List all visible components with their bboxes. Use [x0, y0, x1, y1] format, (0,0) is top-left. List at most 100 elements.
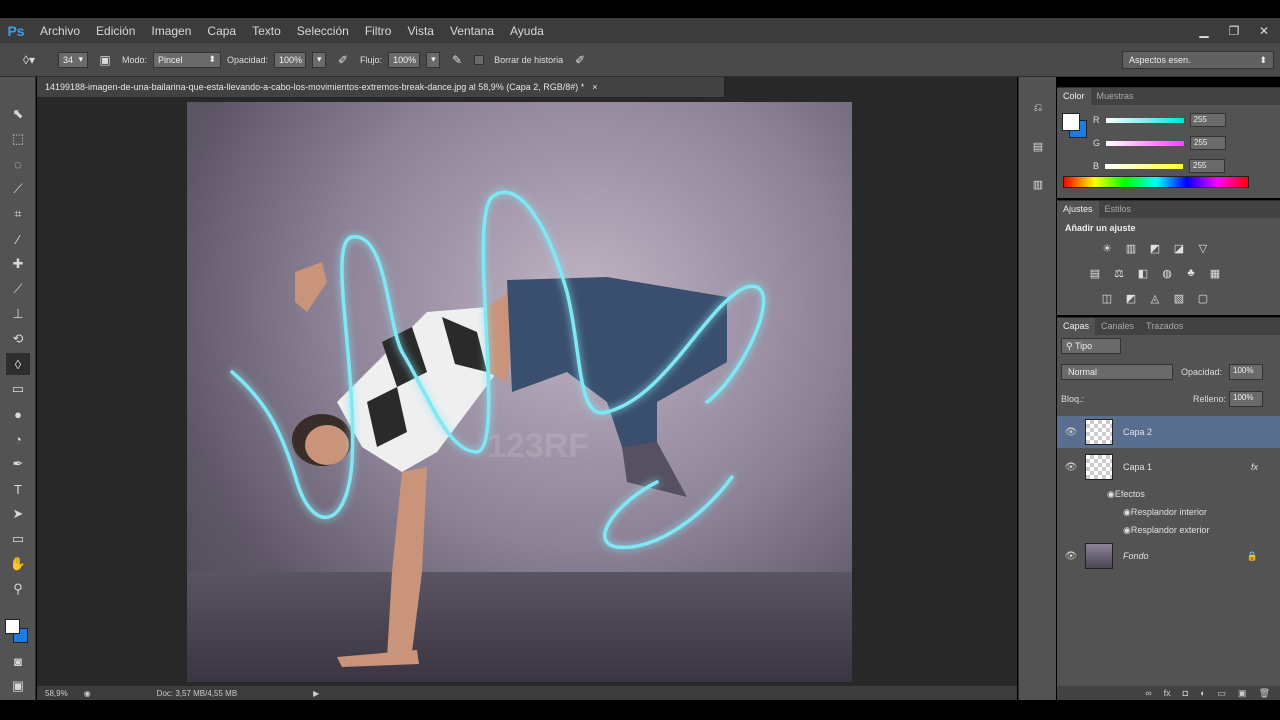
fill-input[interactable]: 100% — [1229, 391, 1263, 407]
properties-panel-icon[interactable]: ▥ — [1028, 175, 1048, 193]
document-tab[interactable]: 14199188-imagen-de-una-bailarina-que-est… — [37, 77, 725, 97]
threshold-adjustment-icon[interactable]: ◬ — [1147, 291, 1163, 305]
color-lookup-adjustment-icon[interactable]: ▦ — [1207, 266, 1223, 280]
tab-estilos[interactable]: Estilos — [1099, 201, 1138, 218]
move-tool-icon[interactable]: ⬉ — [6, 103, 30, 125]
new-layer-icon[interactable]: ▣ — [1238, 688, 1247, 699]
selective-color-adjustment-icon[interactable]: ▧ — [1171, 291, 1187, 305]
channel-g-ramp[interactable] — [1106, 140, 1185, 146]
marquee-tool-icon[interactable]: ⬚ — [6, 128, 30, 150]
history-brush-tool-icon[interactable]: ⟲ — [6, 328, 30, 350]
invert-adjustment-icon[interactable]: ◫ — [1099, 291, 1115, 305]
workspace-select[interactable]: Aspectos esen. ⬍ — [1122, 51, 1274, 69]
visibility-eye-icon[interactable]: 👁 — [1057, 427, 1085, 438]
new-adjustment-icon[interactable]: ◐ — [1200, 688, 1205, 698]
flujo-input[interactable]: 100% — [388, 51, 421, 68]
eyedropper-tool-icon[interactable]: ⁄ — [6, 228, 30, 250]
menu-edicion[interactable]: Edición — [88, 24, 143, 38]
channel-r-value[interactable]: 255 — [1189, 113, 1226, 127]
close-button[interactable]: ✕ — [1256, 24, 1272, 38]
channel-g-value[interactable]: 255 — [1190, 136, 1227, 150]
tab-color[interactable]: Color — [1057, 88, 1091, 105]
tab-ajustes[interactable]: Ajustes — [1057, 201, 1099, 218]
hand-tool-icon[interactable]: ✋ — [6, 553, 30, 575]
tab-muestras[interactable]: Muestras — [1091, 88, 1140, 105]
layer-row-fondo[interactable]: 👁 Fondo 🔒 — [1057, 540, 1280, 572]
rectangle-tool-icon[interactable]: ▭ — [6, 528, 30, 550]
minimize-button[interactable]: ▁ — [1196, 24, 1212, 38]
status-share-icon[interactable]: ◉ — [84, 689, 91, 698]
link-layers-icon[interactable]: ∞ — [1145, 688, 1151, 698]
crop-tool-icon[interactable]: ⌗ — [6, 203, 30, 225]
modo-select[interactable]: Pincel ⬍ — [153, 51, 222, 68]
photo-filter-adjustment-icon[interactable]: ◍ — [1159, 266, 1175, 280]
pen-tool-icon[interactable]: ✒ — [6, 453, 30, 475]
menu-filtro[interactable]: Filtro — [357, 24, 400, 38]
gradient-map-adjustment-icon[interactable]: ▢ — [1195, 291, 1211, 305]
menu-seleccion[interactable]: Selección — [289, 24, 357, 38]
layer-row-capa-1[interactable]: 👁 Capa 1 fx — [1057, 451, 1280, 483]
curves-adjustment-icon[interactable]: ◩ — [1147, 241, 1163, 255]
slider-r[interactable]: R 255 — [1093, 113, 1226, 127]
eraser-tool-icon[interactable]: ◊ — [6, 353, 30, 375]
menu-texto[interactable]: Texto — [244, 24, 289, 38]
effect-row-inner-glow[interactable]: ◉ Resplandor interior — [1057, 504, 1280, 520]
brush-tool-icon[interactable]: ⟋ — [6, 278, 30, 300]
new-group-icon[interactable]: ▭ — [1218, 688, 1227, 699]
brush-panel-icon[interactable]: ▣ — [94, 51, 116, 69]
menu-ventana[interactable]: Ventana — [442, 24, 502, 38]
layer-filter-select[interactable]: ⚲ Tipo — [1061, 338, 1121, 354]
screen-mode-icon[interactable]: ▣ — [6, 675, 30, 697]
channel-r-ramp[interactable] — [1105, 117, 1184, 123]
effect-eye-icon[interactable]: ◉ — [1123, 525, 1131, 536]
effect-row-outer-glow[interactable]: ◉ Resplandor exterior — [1057, 522, 1280, 538]
slider-b[interactable]: B 255 — [1093, 159, 1226, 173]
pressure-opacity-icon[interactable]: ✐ — [332, 51, 354, 69]
menu-ayuda[interactable]: Ayuda — [502, 24, 552, 38]
zoom-level[interactable]: 58,9% — [45, 689, 68, 698]
document-tab-close-icon[interactable]: × — [592, 82, 597, 92]
tab-canales[interactable]: Canales — [1095, 318, 1140, 335]
opacidad-input[interactable]: 100% — [274, 51, 307, 68]
menu-imagen[interactable]: Imagen — [143, 24, 199, 38]
clone-stamp-tool-icon[interactable]: ⊥ — [6, 303, 30, 325]
restore-button[interactable]: ❐ — [1226, 24, 1242, 38]
pressure-size-icon[interactable]: ✐ — [569, 51, 591, 69]
brightness-adjustment-icon[interactable]: ☀ — [1099, 241, 1115, 255]
actions-panel-icon[interactable]: ▤ — [1028, 137, 1048, 155]
menu-vista[interactable]: Vista — [399, 24, 441, 38]
blend-mode-select[interactable]: Normal — [1061, 364, 1173, 380]
airbrush-icon[interactable]: ✎ — [446, 51, 468, 69]
effects-eye-icon[interactable]: ◉ — [1107, 489, 1115, 500]
healing-brush-tool-icon[interactable]: ✚ — [6, 253, 30, 275]
status-menu-arrow-icon[interactable]: ▶ — [313, 689, 319, 698]
visibility-eye-icon[interactable]: 👁 — [1057, 462, 1085, 473]
panel-foreground-swatch[interactable] — [1062, 113, 1080, 131]
layer-fx-icon[interactable]: fx — [1251, 462, 1258, 472]
dodge-tool-icon[interactable]: ◔ — [6, 428, 30, 450]
doc-size[interactable]: Doc: 3,57 MB/4,55 MB — [157, 689, 237, 698]
quick-selection-tool-icon[interactable]: ⟋ — [6, 178, 30, 200]
vibrance-adjustment-icon[interactable]: ▽ — [1195, 241, 1211, 255]
blur-tool-icon[interactable]: ● — [6, 403, 30, 425]
color-spectrum-bar[interactable] — [1063, 176, 1249, 188]
lasso-tool-icon[interactable]: ◌ — [6, 153, 30, 175]
history-panel-icon[interactable]: ⎌ — [1028, 99, 1048, 117]
foreground-color-swatch[interactable] — [5, 619, 20, 634]
tab-trazados[interactable]: Trazados — [1140, 318, 1189, 335]
posterize-adjustment-icon[interactable]: ◩ — [1123, 291, 1139, 305]
quick-mask-icon[interactable]: ◙ — [6, 650, 30, 672]
channel-b-ramp[interactable] — [1105, 163, 1184, 169]
fx-menu-icon[interactable]: fx — [1164, 688, 1171, 698]
menu-capa[interactable]: Capa — [199, 24, 244, 38]
channel-mixer-adjustment-icon[interactable]: ♣ — [1183, 266, 1199, 280]
gradient-tool-icon[interactable]: ▭ — [6, 378, 30, 400]
layer-row-capa-2[interactable]: 👁 Capa 2 — [1057, 416, 1280, 448]
flujo-dropdown[interactable]: ▾ — [426, 51, 441, 68]
type-tool-icon[interactable]: T — [6, 478, 30, 500]
delete-layer-icon[interactable]: 🗑 — [1259, 688, 1270, 699]
menu-archivo[interactable]: Archivo — [32, 24, 88, 38]
slider-g[interactable]: G 255 — [1093, 136, 1227, 150]
eraser-tool-preset-icon[interactable]: ◊▾ — [18, 51, 40, 69]
hue-saturation-adjustment-icon[interactable]: ▤ — [1087, 266, 1103, 280]
